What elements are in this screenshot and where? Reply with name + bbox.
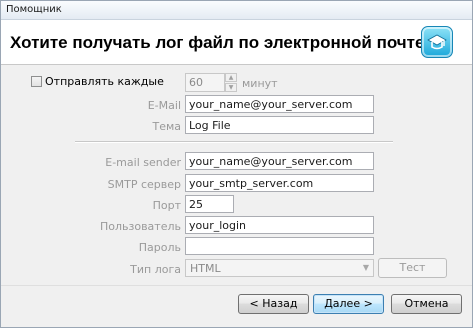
stepper-down-icon[interactable]: ▼ (225, 83, 237, 92)
window-title: Помощник (6, 4, 62, 15)
log-type-value: HTML (190, 262, 221, 275)
interval-unit: минут (242, 77, 278, 90)
test-button[interactable]: Тест (378, 258, 447, 278)
log-type-label: Тип лога (130, 263, 181, 276)
chevron-down-icon: ▼ (362, 263, 369, 272)
interval-stepper[interactable]: 60 ▲ ▼ (185, 73, 237, 92)
footer-divider (1, 285, 472, 286)
section-divider (75, 141, 393, 143)
send-every-label: Отправлять каждые (45, 75, 164, 88)
smtp-server-label: SMTP сервер (107, 178, 181, 191)
sender-label: E-mail sender (105, 156, 181, 169)
title-bar[interactable]: Помощник (1, 1, 472, 20)
port-label: Порт (152, 199, 181, 212)
email-field[interactable]: your_name@your_server.com (185, 95, 374, 113)
wizard-header: Хотите получать лог файл по электронной … (1, 20, 472, 65)
next-button[interactable]: Далее > (313, 294, 384, 314)
password-label: Пароль (138, 241, 181, 254)
stepper-up-icon[interactable]: ▲ (225, 73, 237, 82)
cancel-button[interactable]: Отмена (391, 294, 462, 314)
log-type-select[interactable]: HTML ▼ (185, 259, 374, 277)
email-label: E-Mail (147, 99, 181, 112)
interval-stepper-buttons: ▲ ▼ (225, 73, 237, 92)
user-field[interactable]: your_login (185, 216, 374, 234)
port-field[interactable]: 25 (185, 195, 234, 213)
wizard-window: Помощник Хотите получать лог файл по эле… (0, 0, 473, 328)
page-heading: Хотите получать лог файл по электронной … (10, 33, 435, 52)
password-field[interactable] (185, 237, 374, 255)
interval-input[interactable]: 60 (185, 73, 225, 92)
subject-label: Тема (152, 120, 181, 133)
subject-field[interactable]: Log File (185, 116, 374, 134)
send-every-checkbox[interactable] (31, 76, 42, 87)
back-button[interactable]: < Назад (238, 294, 309, 314)
smtp-server-field[interactable]: your_smtp_server.com (185, 174, 374, 192)
user-label: Пользователь (99, 220, 181, 233)
app-logo-icon (421, 26, 453, 58)
sender-field[interactable]: your_name@your_server.com (185, 152, 374, 170)
